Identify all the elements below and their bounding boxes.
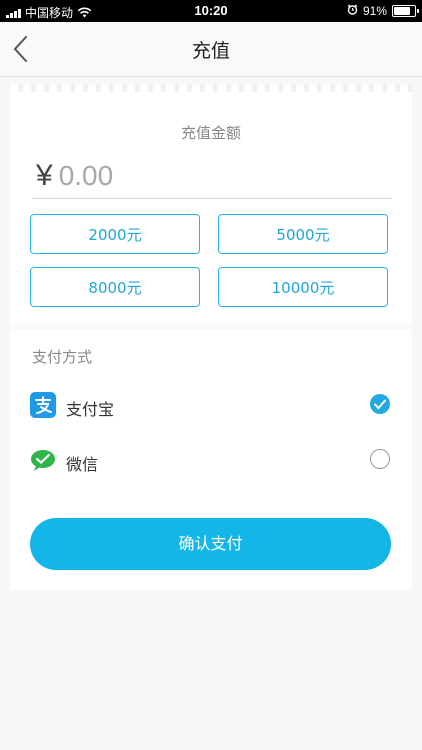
alipay-label: 支付宝 <box>66 400 115 419</box>
page-title: 充值 <box>191 40 230 62</box>
wechat-icon <box>30 447 56 473</box>
payment-option-wechat[interactable]: 微信 <box>10 443 412 479</box>
alipay-icon <box>30 392 56 418</box>
amount-label: 充值金额 <box>180 124 241 142</box>
currency-symbol: ¥ <box>36 159 53 192</box>
wechat-label: 微信 <box>66 455 99 474</box>
status-bar: 中国移动 10:20 91% <box>0 0 422 22</box>
recharge-card: 充值金额 ¥ 2000元 5000元 8000元 10000元 支付方式 支付宝 <box>10 84 412 590</box>
payment-option-alipay[interactable]: 支付宝 <box>10 388 412 424</box>
wechat-radio-unchecked[interactable] <box>370 449 390 469</box>
preset-5000-button[interactable]: 5000元 <box>218 214 388 254</box>
battery-percent: 91% <box>362 4 387 18</box>
preset-2000-button[interactable]: 2000元 <box>30 214 200 254</box>
amount-input[interactable] <box>58 160 339 192</box>
battery-icon <box>392 5 419 17</box>
payment-method-label: 支付方式 <box>32 348 93 366</box>
card-edge-decoration <box>10 84 412 92</box>
section-divider <box>10 324 412 330</box>
preset-10000-button[interactable]: 10000元 <box>218 267 388 307</box>
confirm-payment-button[interactable]: 确认支付 <box>30 518 391 570</box>
alipay-radio-checked[interactable] <box>370 394 390 414</box>
nav-bar: 充值 <box>0 22 422 77</box>
amount-row: ¥ <box>32 154 392 199</box>
check-icon <box>374 399 386 410</box>
alarm-icon <box>347 4 358 18</box>
preset-8000-button[interactable]: 8000元 <box>30 267 200 307</box>
